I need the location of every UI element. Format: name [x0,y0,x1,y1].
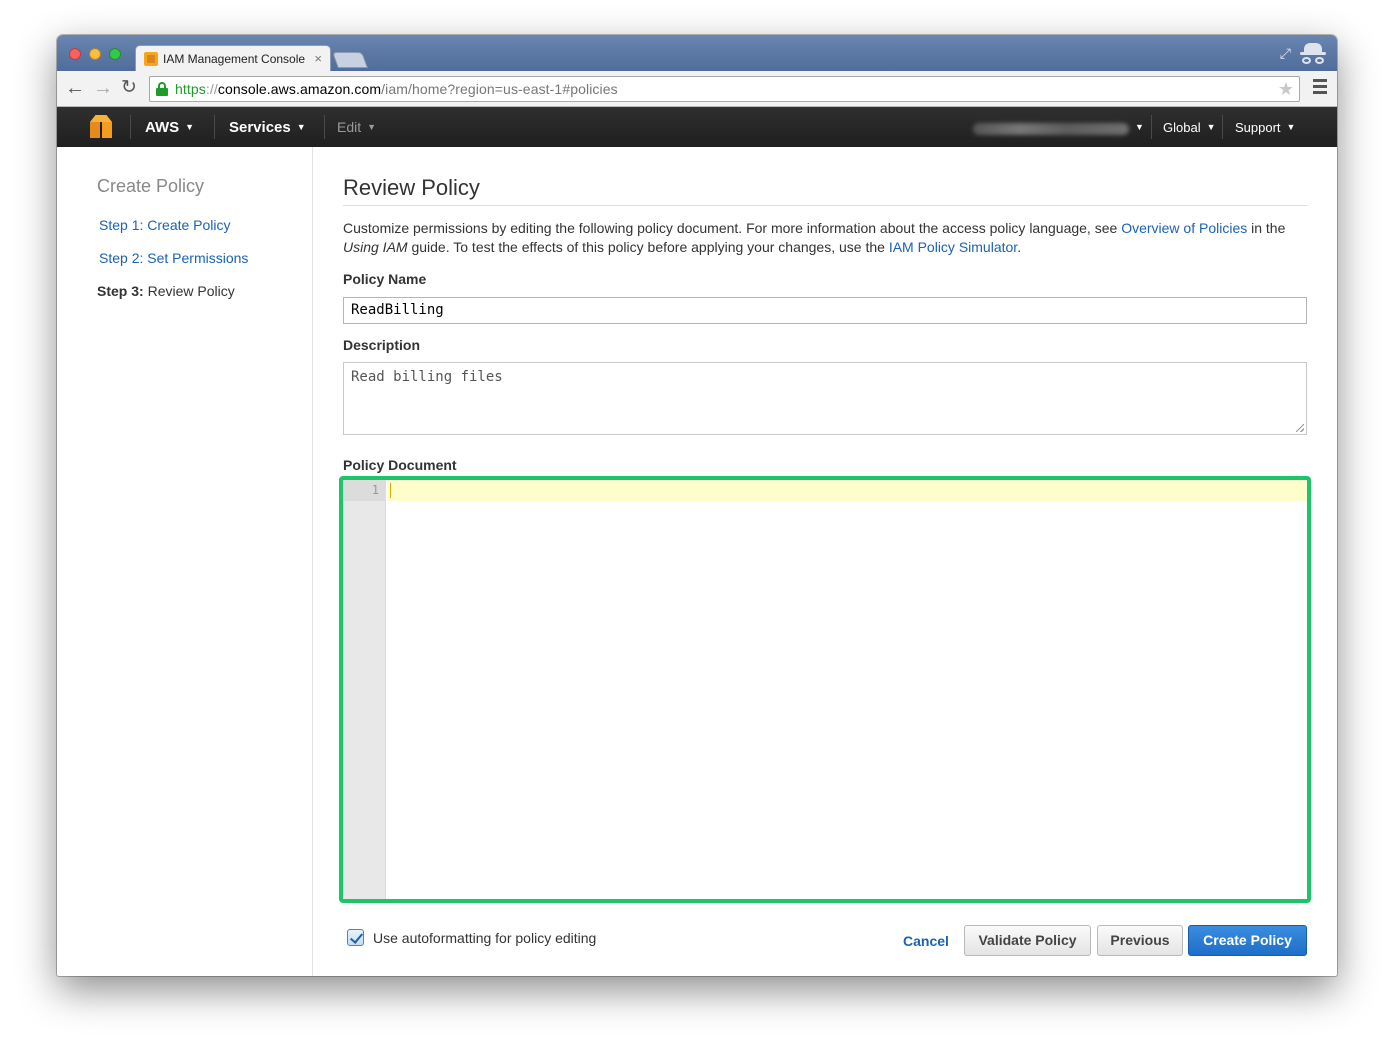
address-bar[interactable]: https://console.aws.amazon.com/iam/home?… [149,76,1300,102]
text-cursor [390,483,391,498]
back-arrow-icon[interactable]: ← [65,77,85,99]
services-menu[interactable]: Services ▼ [229,107,306,147]
autoformat-label: Use autoformatting for policy editing [373,929,597,946]
tab-title: IAM Management Console [163,51,306,66]
wizard-sidebar: Create Policy Step 1: Create Policy Step… [57,147,313,976]
navbar-divider [214,115,215,139]
chevron-down-icon: ▼ [185,122,195,132]
incognito-icon [1299,41,1327,67]
title-divider [343,205,1307,206]
policy-name-label: Policy Name [343,271,427,287]
browser-toolbar: ← → ↻ https://console.aws.amazon.com/iam… [57,71,1337,107]
navbar-divider [1151,115,1152,139]
main-content: Review Policy Customize permissions by e… [339,147,1311,976]
chevron-down-icon: ▼ [1286,122,1296,132]
chevron-down-icon: ▼ [1206,122,1216,132]
editor-gutter [343,480,386,899]
chevron-down-icon: ▼ [367,122,377,132]
region-menu[interactable]: Global ▼ [1163,107,1216,147]
sidebar-title: Create Policy [97,176,205,196]
redacted-account-name [973,122,1129,135]
bookmark-star-icon[interactable]: ★ [1278,79,1294,100]
minimize-window-button[interactable] [89,48,101,60]
url-text: https://console.aws.amazon.com/iam/home?… [175,81,618,97]
aws-navbar: AWS ▼ Services ▼ Edit ▼ ▼ Global ▼ Support ▼ [57,107,1337,147]
line-number: 1 [371,483,379,497]
description-textarea[interactable]: Read billing files [343,362,1307,435]
tab-strip: IAM Management Console × ⤢ [57,35,1337,71]
create-policy-button[interactable]: Create Policy [1188,925,1307,956]
new-tab-button[interactable] [332,52,368,68]
browser-tab[interactable]: IAM Management Console × [135,45,331,71]
lock-icon [156,82,168,96]
autoformat-checkbox[interactable] [347,929,364,946]
aws-logo-icon[interactable] [90,115,112,139]
navbar-divider [1222,115,1223,139]
previous-button[interactable]: Previous [1097,925,1183,956]
aws-menu[interactable]: AWS ▼ [145,107,194,147]
active-line [387,480,1307,501]
policy-document-label: Policy Document [343,457,457,473]
description-label: Description [343,337,421,353]
resize-handle-icon[interactable] [1296,424,1304,432]
navbar-divider [130,115,131,139]
edit-menu[interactable]: Edit ▼ [337,107,376,147]
support-menu[interactable]: Support ▼ [1235,107,1295,147]
chevron-down-icon: ▼ [1135,122,1144,132]
menu-icon[interactable] [1313,79,1327,97]
forward-arrow-icon[interactable]: → [93,77,113,99]
close-window-button[interactable] [69,48,81,60]
page-title: Review Policy [343,175,480,200]
account-menu[interactable]: ▼ [973,107,1144,147]
overview-of-policies-link[interactable]: Overview of Policies [1121,220,1247,236]
intro-text: Customize permissions by editing the fol… [343,220,1286,255]
zoom-window-button[interactable] [109,48,121,60]
policy-name-input[interactable]: ReadBilling [343,297,1307,324]
step-1-link[interactable]: Step 1: Create Policy [99,217,231,233]
validate-policy-button[interactable]: Validate Policy [964,925,1091,956]
aws-favicon-icon [144,51,158,66]
step-3-current: Step 3: Review Policy [97,283,235,299]
step-2-link[interactable]: Step 2: Set Permissions [99,250,248,266]
cancel-button[interactable]: Cancel [903,933,949,949]
policy-simulator-link[interactable]: IAM Policy Simulator [889,239,1017,255]
browser-window: IAM Management Console × ⤢ ← → ↻ https:/… [57,35,1337,976]
autoformat-toggle[interactable]: Use autoformatting for policy editing [347,929,596,946]
tab-close-icon[interactable]: × [314,51,322,66]
reload-icon[interactable]: ↻ [121,77,137,99]
chevron-down-icon: ▼ [296,122,306,132]
navbar-divider [324,115,325,139]
policy-document-editor[interactable]: 1 [339,476,1311,903]
fullscreen-icon[interactable]: ⤢ [1280,45,1291,62]
